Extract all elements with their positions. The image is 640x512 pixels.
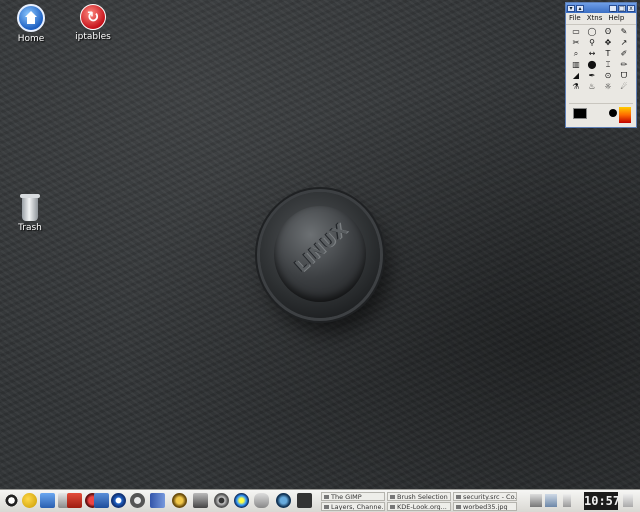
- gimp-tool-icon[interactable]: ✐: [618, 49, 630, 59]
- k-menu-icon[interactable]: [4, 493, 19, 508]
- gimp-tool-icon[interactable]: ↔: [586, 49, 598, 59]
- task-kde-look[interactable]: KDE-Look.org...: [387, 502, 451, 511]
- tool-grid: ▭ ◯ ʘ ✎ ✂ ⚲ ✥ ↗ ⌕ ↔ T ✐ ▥ ⬤ ⌶ ✏ ◢ ✒ ⊙ ᗜ ⚗ ♨ ☼ ☄: [566, 25, 636, 94]
- folder-icon[interactable]: [67, 493, 82, 508]
- browser-icon[interactable]: [111, 493, 126, 508]
- iptables-label: iptables: [75, 32, 111, 42]
- gimp-tool-icon[interactable]: ⚗: [570, 82, 582, 92]
- color-area: [569, 103, 633, 126]
- clock[interactable]: 10:57: [584, 492, 620, 510]
- minimize-icon[interactable]: _: [609, 4, 617, 12]
- gimp-titlebar[interactable]: ▾ ▴ _ □ x: [566, 3, 636, 13]
- gimp-tool-icon[interactable]: ▥: [570, 60, 582, 70]
- gimp-tool-icon[interactable]: ☼: [602, 82, 614, 92]
- quicklaunch-m-icon[interactable]: [234, 493, 249, 508]
- menu-xtns[interactable]: Xtns: [587, 13, 603, 24]
- gimp-tool-icon[interactable]: ⬤: [586, 60, 598, 70]
- task-the-gimp[interactable]: The GIMP: [321, 492, 385, 501]
- gimp-tool-icon[interactable]: ✏: [618, 60, 630, 70]
- tray-desktop-icon[interactable]: [545, 494, 557, 507]
- menu-help[interactable]: Help: [608, 13, 624, 24]
- kde-panel: The GIMP Layers, Channe... Brush Selecti…: [0, 489, 640, 512]
- task-brush-selection[interactable]: Brush Selection: [387, 492, 451, 501]
- gimp-tool-icon[interactable]: ◢: [570, 71, 582, 81]
- gimp-tool-icon[interactable]: ▭: [570, 27, 582, 37]
- gimp-tool-icon[interactable]: ✥: [602, 38, 614, 48]
- gimp-tool-icon[interactable]: ⚲: [586, 38, 598, 48]
- terminal-icon[interactable]: [150, 493, 165, 508]
- gimp-tool-icon[interactable]: ⌶: [602, 60, 614, 70]
- gimp-tool-icon[interactable]: ⊙: [602, 71, 614, 81]
- iptables-desktop-icon[interactable]: ↻ iptables: [63, 4, 123, 42]
- close-icon[interactable]: x: [627, 4, 635, 12]
- brush-indicator-icon[interactable]: [609, 109, 617, 117]
- quicklaunch-j-icon[interactable]: [172, 493, 187, 508]
- gimp-toolbox-window[interactable]: ▾ ▴ _ □ x File Xtns Help ▭ ◯ ʘ ✎ ✂ ⚲ ✥ ↗ ⌕ ↔ T ✐ ▥ ⬤ ⌶…: [565, 2, 637, 128]
- desktop: Home ↻ iptables Trash LINUX ▾ ▴ _ □ x Fi…: [0, 0, 640, 489]
- gimp-tool-icon[interactable]: ᗜ: [618, 71, 630, 81]
- task-layers-channels[interactable]: Layers, Channe...: [321, 502, 385, 511]
- trash-desktop-icon[interactable]: Trash: [0, 194, 60, 233]
- gimp-tool-icon[interactable]: ↗: [618, 38, 630, 48]
- gimp-tool-icon[interactable]: T: [602, 49, 614, 59]
- monitor-icon[interactable]: [94, 493, 109, 508]
- tray-clipboard-icon[interactable]: [530, 494, 542, 507]
- gimp-menubar: File Xtns Help: [566, 13, 636, 25]
- quicklaunch-b-icon[interactable]: [40, 493, 55, 508]
- window-menu-icon[interactable]: ▾: [567, 4, 575, 12]
- gimp-tool-icon[interactable]: ⌕: [570, 49, 582, 59]
- quicklaunch-l-icon[interactable]: [214, 493, 229, 508]
- trash-icon: [20, 194, 40, 221]
- gimp-tool-icon[interactable]: ◯: [586, 27, 598, 37]
- gimp-tool-icon[interactable]: ✒: [586, 71, 598, 81]
- foreground-color-swatch[interactable]: [573, 108, 587, 119]
- maximize-icon[interactable]: □: [618, 4, 626, 12]
- task-security-src[interactable]: security.src - Co...: [453, 492, 517, 501]
- search-icon[interactable]: [130, 493, 145, 508]
- quicklaunch-p-icon[interactable]: [297, 493, 312, 508]
- task-worbed35[interactable]: worbed35.jpg: [453, 502, 517, 511]
- tray-pen-icon[interactable]: [563, 494, 571, 507]
- panel-handle-icon[interactable]: [623, 494, 633, 507]
- home-icon: [17, 4, 45, 32]
- iptables-icon: ↻: [80, 4, 106, 30]
- home-desktop-icon[interactable]: Home: [1, 4, 61, 44]
- gimp-tool-icon[interactable]: ♨: [586, 82, 598, 92]
- quicklaunch-a-icon[interactable]: [22, 493, 37, 508]
- linux-wallpaper-logo: LINUX: [260, 192, 380, 318]
- quicklaunch-o-icon[interactable]: [276, 493, 291, 508]
- gimp-tool-icon[interactable]: ʘ: [602, 27, 614, 37]
- gimp-tool-icon[interactable]: ☄: [618, 82, 630, 92]
- quicklaunch-n-icon[interactable]: [254, 493, 269, 508]
- gimp-tool-icon[interactable]: ✎: [618, 27, 630, 37]
- menu-file[interactable]: File: [569, 13, 581, 24]
- shade-icon[interactable]: ▴: [576, 4, 584, 12]
- home-label: Home: [17, 34, 45, 44]
- trash-label: Trash: [18, 223, 42, 233]
- quicklaunch-k-icon[interactable]: [193, 493, 208, 508]
- gimp-tool-icon[interactable]: ✂: [570, 38, 582, 48]
- gradient-indicator-icon[interactable]: [619, 107, 631, 123]
